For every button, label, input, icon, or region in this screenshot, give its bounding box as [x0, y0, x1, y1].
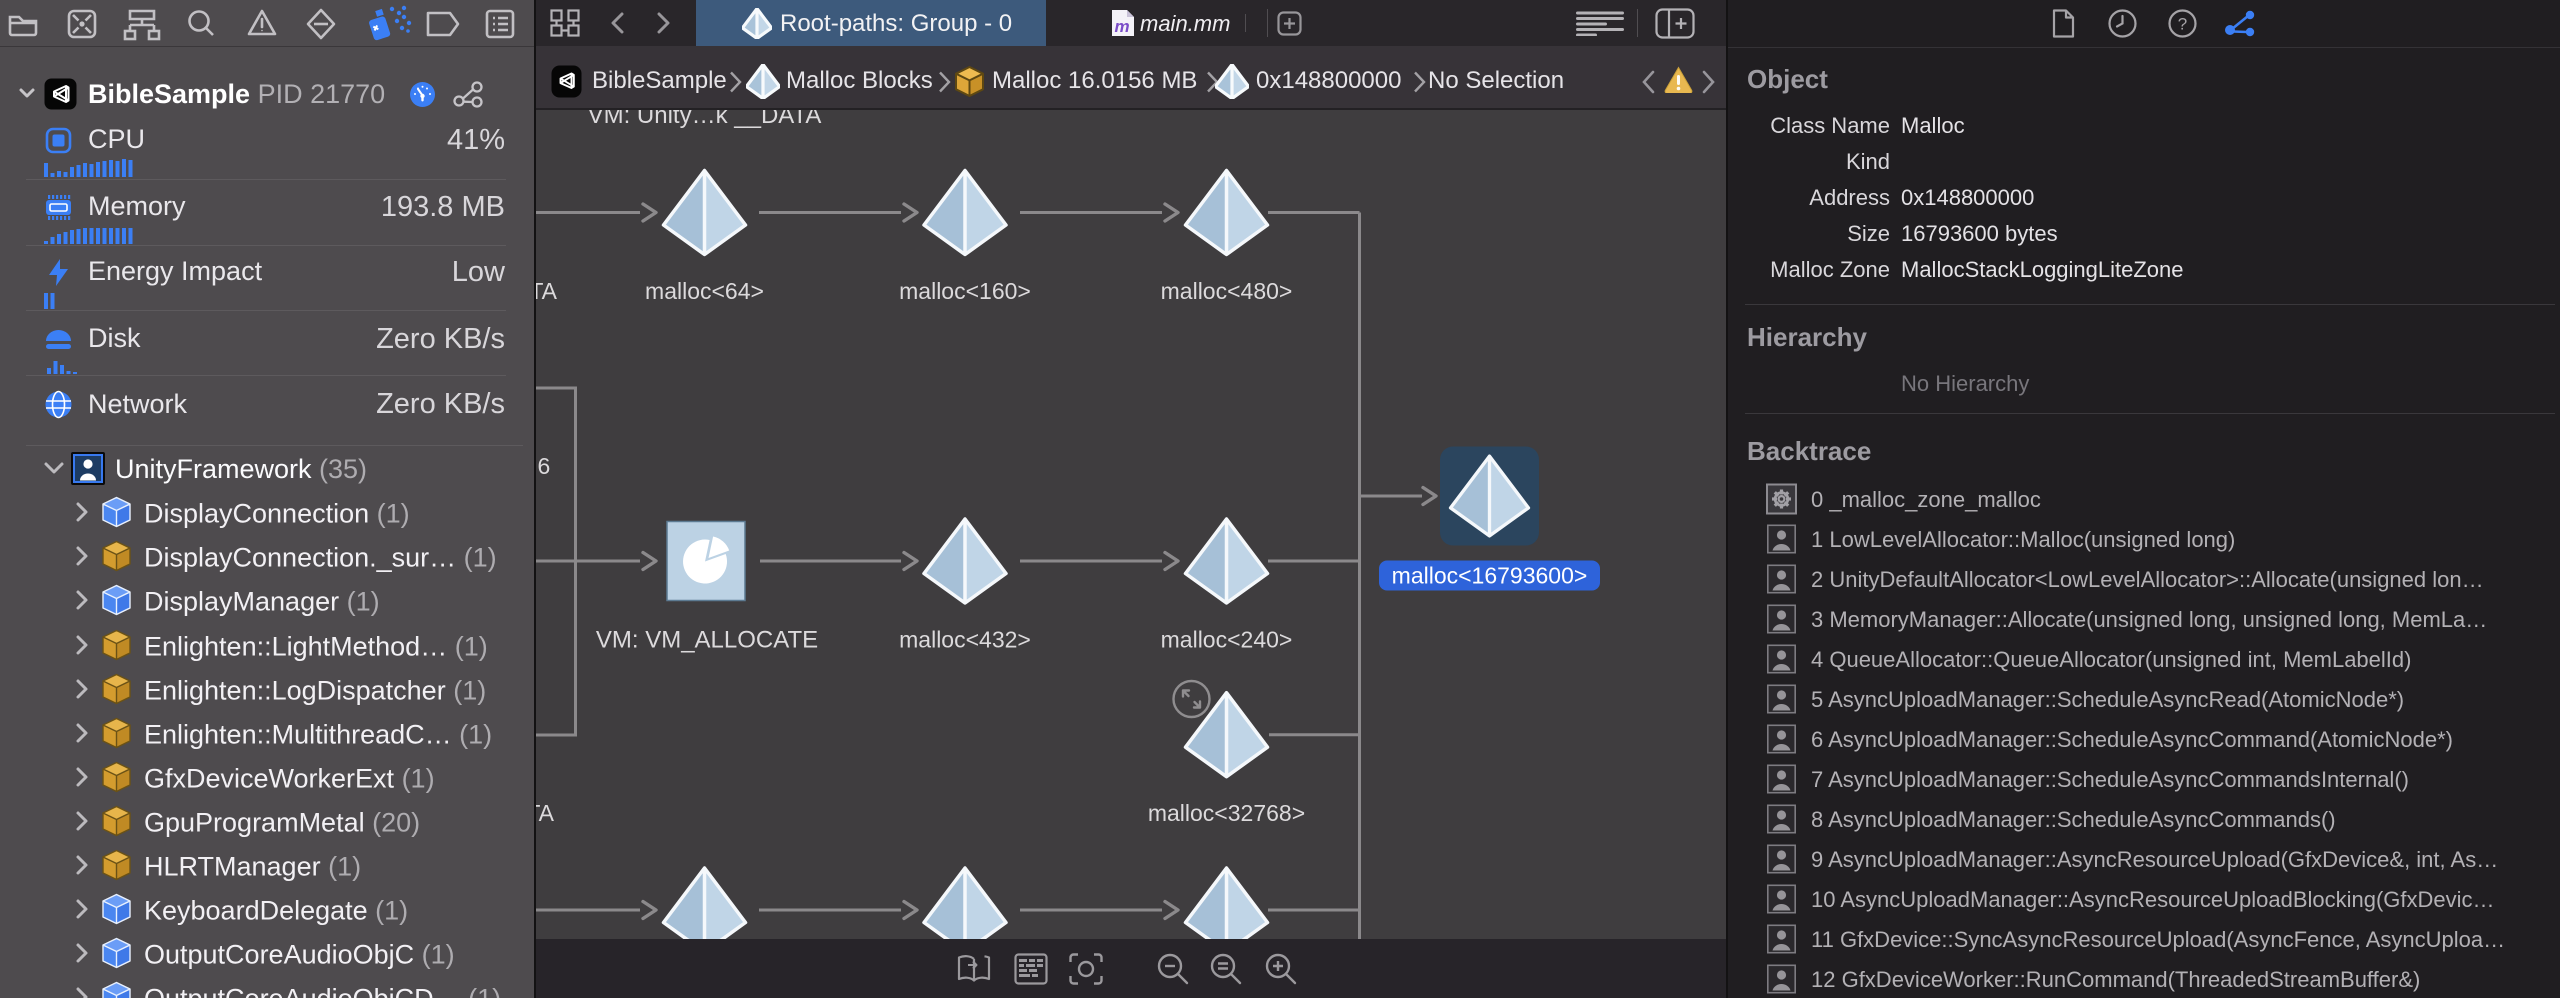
- svg-text:OutputCoreAudioObjCD… (1): OutputCoreAudioObjCD… (1): [144, 984, 501, 998]
- svg-text:Enlighten::MultithreadC… (1): Enlighten::MultithreadC… (1): [144, 720, 492, 750]
- svg-text:KeyboardDelegate (1): KeyboardDelegate (1): [144, 896, 408, 926]
- svg-text:9 AsyncUploadManager::AsyncRes: 9 AsyncUploadManager::AsyncResourceUploa…: [1811, 847, 2498, 872]
- svg-text:4 QueueAllocator::QueueAllocat: 4 QueueAllocator::QueueAllocator(unsigne…: [1811, 647, 2411, 672]
- svg-text:TA: TA: [536, 800, 555, 826]
- svg-text:GpuProgramMetal (20): GpuProgramMetal (20): [144, 808, 420, 838]
- svg-text:malloc<160>: malloc<160>: [899, 278, 1031, 304]
- svg-text:5 AsyncUploadManager::Schedule: 5 AsyncUploadManager::ScheduleAsyncRead(…: [1811, 687, 2404, 712]
- svg-text:VM: Unity…k __DATA: VM: Unity…k __DATA: [588, 110, 822, 129]
- svg-text:?: ?: [2178, 15, 2187, 34]
- svg-text:8 AsyncUploadManager::Schedule: 8 AsyncUploadManager::ScheduleAsyncComma…: [1811, 807, 2336, 832]
- svg-text:DisplayConnection._sur… (1): DisplayConnection._sur… (1): [144, 543, 497, 573]
- svg-text:11 GfxDevice::SyncAsyncResourc: 11 GfxDevice::SyncAsyncResourceUpload(As…: [1811, 927, 2505, 952]
- svg-text:7 AsyncUploadManager::Schedule: 7 AsyncUploadManager::ScheduleAsyncComma…: [1811, 767, 2409, 792]
- svg-text:malloc<240>: malloc<240>: [1161, 627, 1293, 653]
- svg-text:12 GfxDeviceWorker::RunCommand: 12 GfxDeviceWorker::RunCommand(ThreadedS…: [1811, 967, 2420, 992]
- svg-text:1 LowLevelAllocator::Malloc(un: 1 LowLevelAllocator::Malloc(unsigned lon…: [1811, 527, 2235, 552]
- svg-text:UnityFramework (35): UnityFramework (35): [115, 454, 367, 484]
- svg-text:0 _malloc_zone_malloc: 0 _malloc_zone_malloc: [1811, 487, 2041, 512]
- svg-text:TA: TA: [536, 278, 558, 304]
- svg-text:2 UnityDefaultAllocator<LowLev: 2 UnityDefaultAllocator<LowLevelAllocato…: [1811, 567, 2484, 592]
- svg-text:6 AsyncUploadManager::Schedule: 6 AsyncUploadManager::ScheduleAsyncComma…: [1811, 727, 2453, 752]
- svg-text:6: 6: [538, 453, 551, 479]
- svg-text:malloc<16793600>: malloc<16793600>: [1392, 563, 1588, 589]
- svg-text:Enlighten::LogDispatcher (1): Enlighten::LogDispatcher (1): [144, 676, 486, 706]
- svg-text:3 MemoryManager::Allocate(unsi: 3 MemoryManager::Allocate(unsigned long,…: [1811, 607, 2487, 632]
- svg-text:malloc<32768>: malloc<32768>: [1148, 800, 1305, 826]
- svg-text:malloc<480>: malloc<480>: [1161, 278, 1293, 304]
- svg-text:DisplayConnection (1): DisplayConnection (1): [144, 499, 410, 529]
- svg-text:m: m: [1114, 17, 1129, 36]
- svg-text:malloc<432>: malloc<432>: [899, 627, 1031, 653]
- svg-text:OutputCoreAudioObjC (1): OutputCoreAudioObjC (1): [144, 940, 455, 970]
- svg-text:10 AsyncUploadManager::AsyncRe: 10 AsyncUploadManager::AsyncResourceUplo…: [1811, 887, 2495, 912]
- svg-text:VM: VM_ALLOCATE: VM: VM_ALLOCATE: [596, 627, 818, 654]
- svg-text:DisplayManager (1): DisplayManager (1): [144, 587, 380, 617]
- svg-text:Enlighten::LightMethod… (1): Enlighten::LightMethod… (1): [144, 632, 488, 662]
- svg-text:GfxDeviceWorkerExt (1): GfxDeviceWorkerExt (1): [144, 764, 435, 794]
- svg-text:malloc<64>: malloc<64>: [645, 278, 764, 304]
- svg-text:HLRTManager (1): HLRTManager (1): [144, 852, 361, 882]
